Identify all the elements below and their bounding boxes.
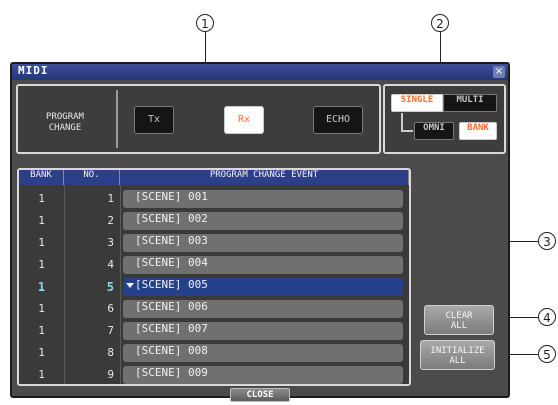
program-change-label-line1: PROGRAM [46, 112, 84, 122]
close-button[interactable]: CLOSE [230, 388, 290, 402]
event-button[interactable]: [SCENE] 001 [123, 190, 403, 208]
single-button[interactable]: SINGLE [391, 94, 443, 112]
event-button[interactable]: [SCENE] 002 [123, 212, 403, 230]
number-cell: 8 [107, 346, 114, 359]
bank-button[interactable]: BANK [459, 122, 497, 140]
program-change-label: PROGRAM CHANGE [28, 112, 102, 134]
initialize-all-button[interactable]: INITIALIZE ALL [420, 340, 495, 370]
callout-2: 2 [431, 14, 449, 32]
event-button[interactable]: [SCENE] 003 [123, 234, 403, 252]
callout-3: 3 [538, 232, 556, 250]
clear-all-button[interactable]: CLEAR ALL [424, 305, 494, 335]
program-change-label-line2: CHANGE [48, 123, 82, 133]
callout-4: 4 [538, 308, 556, 326]
event-button[interactable]: [SCENE] 006 [123, 300, 403, 318]
bank-cell: 1 [38, 324, 45, 337]
event-button[interactable]: [SCENE] 009 [123, 366, 403, 384]
number-cell: 6 [107, 302, 114, 315]
event-button[interactable]: [SCENE] 004 [123, 256, 403, 274]
event-button[interactable]: [SCENE] 007 [123, 322, 403, 340]
bank-cell: 1 [38, 258, 45, 271]
header-bank: BANK [19, 170, 64, 185]
bank-cell: 1 [38, 192, 45, 205]
header-no: NO. [64, 170, 120, 185]
tx-button[interactable]: Tx [134, 106, 174, 134]
panel-divider [116, 90, 118, 148]
event-button[interactable]: [SCENE] 005 [123, 278, 403, 296]
bank-cell: 1 [38, 302, 45, 315]
window-title: MIDI [18, 64, 49, 77]
number-cell: 4 [107, 258, 114, 271]
omni-button[interactable]: OMNI [414, 122, 454, 140]
number-cell: 5 [106, 280, 114, 294]
callout-1: 1 [196, 14, 214, 32]
number-cell: 3 [107, 236, 114, 249]
table-row[interactable]: 1 6 [SCENE] 006 [19, 298, 409, 320]
initialize-all-label-line1: INITIALIZE [430, 346, 485, 356]
multi-button[interactable]: MULTI [443, 94, 497, 112]
table-row[interactable]: 1 7 [SCENE] 007 [19, 320, 409, 342]
mode-bracket-h [401, 130, 413, 132]
number-cell: 2 [107, 214, 114, 227]
bank-cell: 1 [38, 214, 45, 227]
bank-cell: 1 [38, 346, 45, 359]
number-cell: 1 [107, 192, 114, 205]
number-cell: 9 [107, 368, 114, 381]
header-event: PROGRAM CHANGE EVENT [120, 170, 409, 185]
rx-button[interactable]: Rx [224, 106, 264, 134]
table-row[interactable]: 1 2 [SCENE] 002 [19, 210, 409, 232]
mode-panel: SINGLE MULTI OMNI BANK [383, 84, 506, 154]
mode-bracket-v [401, 113, 403, 131]
bank-cell: 1 [38, 368, 45, 381]
initialize-all-label-line2: ALL [449, 356, 466, 366]
table-row[interactable]: 1 1 [SCENE] 001 [19, 188, 409, 210]
callout-5: 5 [538, 345, 556, 363]
table-row[interactable]: 1 4 [SCENE] 004 [19, 254, 409, 276]
program-change-panel: PROGRAM CHANGE Tx Rx ECHO [16, 84, 381, 154]
table-row[interactable]: 1 3 [SCENE] 003 [19, 232, 409, 254]
bank-cell: 1 [38, 236, 45, 249]
number-cell: 7 [107, 324, 114, 337]
table-row[interactable]: 1 8 [SCENE] 008 [19, 342, 409, 364]
selection-marker-icon [126, 283, 134, 288]
echo-button[interactable]: ECHO [313, 106, 363, 134]
window-titlebar: MIDI × [12, 64, 508, 80]
clear-all-label-line1: CLEAR [445, 311, 473, 321]
close-icon[interactable]: × [493, 66, 505, 78]
clear-all-label-line2: ALL [450, 321, 468, 331]
program-change-table: BANK NO. PROGRAM CHANGE EVENT 1 1 [SCENE… [17, 168, 411, 386]
event-button[interactable]: [SCENE] 008 [123, 344, 403, 362]
table-row-selected[interactable]: 1 5 [SCENE] 005 [19, 276, 409, 298]
table-row[interactable]: 1 9 [SCENE] 009 [19, 364, 409, 384]
bank-cell: 1 [37, 280, 46, 294]
